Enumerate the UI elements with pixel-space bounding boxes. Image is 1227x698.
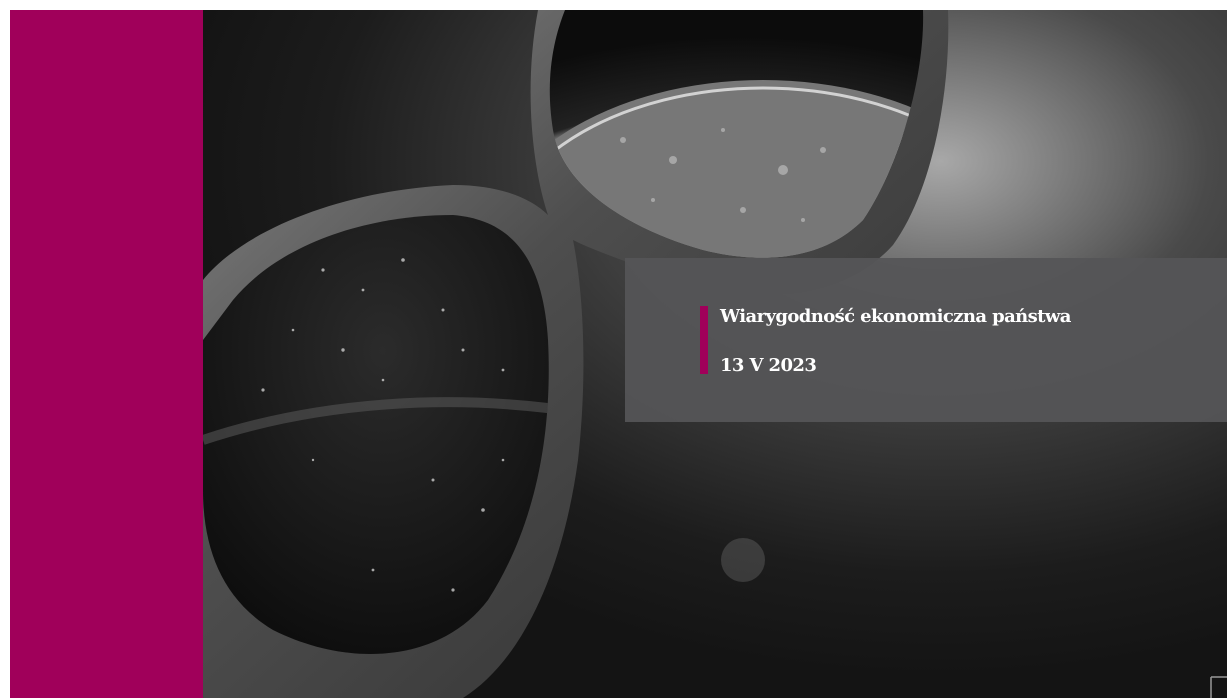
corner-crop-icon [1210, 676, 1227, 698]
presentation-date: 13 V 2023 [720, 355, 817, 376]
title-slide: Wiarygodność ekonomiczna państwa 13 V 20… [10, 10, 1227, 698]
accent-sidebar [10, 10, 203, 698]
title-panel: Wiarygodność ekonomiczna państwa 13 V 20… [625, 258, 1227, 422]
presentation-title: Wiarygodność ekonomiczna państwa [720, 306, 1071, 327]
title-accent-marker [700, 306, 708, 374]
